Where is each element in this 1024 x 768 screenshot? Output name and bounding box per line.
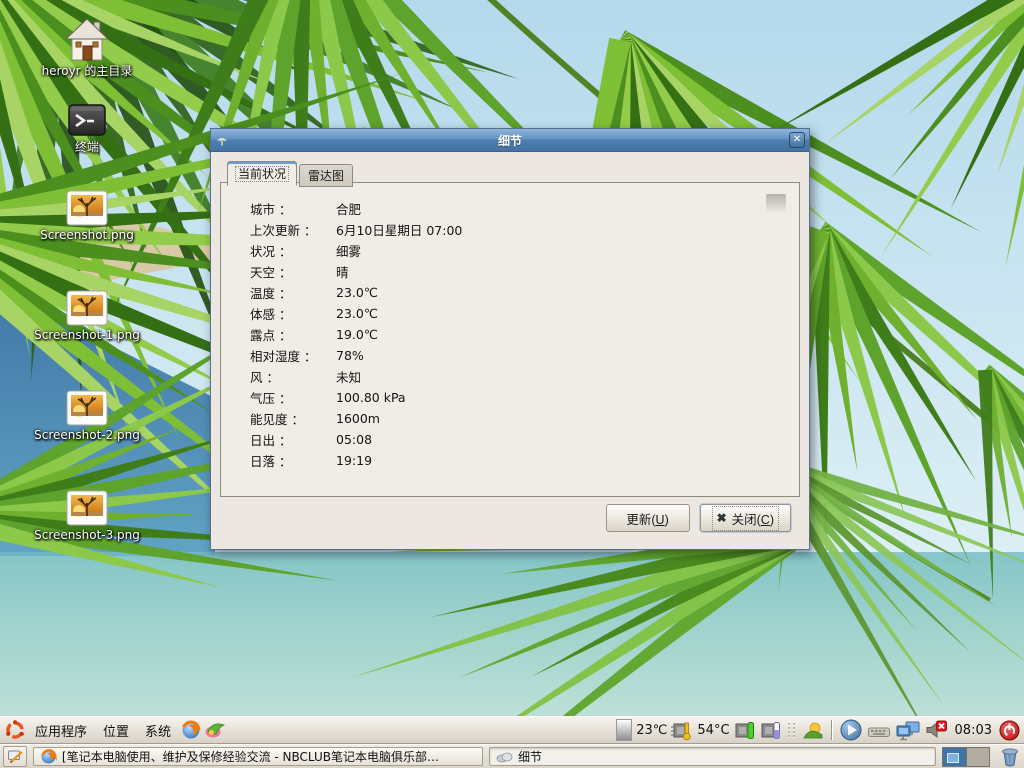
cpu-temperature-value: 54°C	[697, 723, 729, 738]
tray-separator	[831, 720, 832, 740]
ubuntu-logo-icon[interactable]	[4, 719, 26, 741]
close-window-button[interactable]: ✕	[789, 132, 805, 148]
weather-details-dialog: 细节 ✕ 当前状况 雷达图 城市 ：合肥 上次更新 ：6月10日星期日 07:0…	[210, 128, 810, 550]
weather-cloud-icon	[496, 750, 513, 763]
detail-row-pressure: 气压 ：100.80 kPa	[250, 387, 799, 408]
desktop-icon-label: heroyr 的主目录	[42, 65, 133, 78]
detail-row-sunset: 日落 ：19:19	[250, 450, 799, 471]
show-desktop-icon	[7, 749, 23, 764]
weather-detail-list: 城市 ：合肥 上次更新 ：6月10日星期日 07:00 状况 ：细雾 天空 ：晴…	[221, 183, 799, 471]
dialog-title: 细节	[211, 132, 809, 149]
update-button[interactable]: 更新(U)	[606, 504, 690, 532]
terminal-icon	[67, 102, 107, 138]
cpu-green-gauge-icon[interactable]	[734, 720, 756, 741]
dialog-titlebar[interactable]: 细节 ✕	[211, 129, 809, 152]
tab-radar-map[interactable]: 雷达图	[299, 164, 353, 187]
detail-row-humidity: 相对湿度 ：78%	[250, 345, 799, 366]
window-list-taskbar: [笔记本电脑使用、维护及保修经验交流 - NBCLUB笔记本电脑俱乐部… 细节	[0, 744, 1024, 768]
detail-row-city: 城市 ：合肥	[250, 198, 799, 219]
desktop-icon-label: Screenshot.png	[40, 229, 134, 242]
taskbar-item-firefox[interactable]: [笔记本电脑使用、维护及保修经验交流 - NBCLUB笔记本电脑俱乐部…	[33, 747, 483, 766]
volume-muted-icon[interactable]	[925, 719, 949, 741]
trash-icon	[999, 745, 1021, 768]
firefox-launcher-icon[interactable]	[180, 719, 202, 741]
drag-handle[interactable]	[788, 723, 796, 737]
detail-row-last-update: 上次更新 ：6月10日星期日 07:00	[250, 219, 799, 240]
dialog-button-row: 更新(U) ✖ 关闭(C)	[606, 504, 791, 532]
desktop-icon-screenshot-3[interactable]: Screenshot-3.png	[21, 490, 153, 542]
workspace-1[interactable]	[943, 748, 966, 766]
gnome-panel: 应用程序 位置 系统 23℃	[0, 716, 1024, 744]
panel-menus: 应用程序 位置 系统	[0, 717, 226, 744]
detail-row-sky: 天空 ：晴	[250, 261, 799, 282]
detail-row-condition: 状况 ：细雾	[250, 240, 799, 261]
show-desktop-button[interactable]	[3, 746, 27, 767]
detail-row-sunrise: 日出 ：05:08	[250, 429, 799, 450]
home-icon	[64, 16, 110, 62]
menu-system[interactable]: 系统	[138, 717, 178, 744]
weather-image-placeholder	[766, 194, 786, 214]
network-monitors-icon[interactable]	[895, 719, 921, 742]
power-icon[interactable]	[998, 719, 1021, 742]
desktop-icon-screenshot-2[interactable]: Screenshot-2.png	[21, 390, 153, 442]
desktop-icon-screenshot[interactable]: Screenshot.png	[21, 190, 153, 242]
screen: heroyr 的主目录 终端 Screenshot.png Screenshot…	[0, 0, 1024, 768]
image-thumbnail-icon	[66, 490, 108, 526]
desktop-icon-label: Screenshot-3.png	[34, 529, 140, 542]
workspace-window-preview	[947, 753, 959, 763]
detail-row-wind: 风 ：未知	[250, 366, 799, 387]
clock-applet[interactable]: 08:03	[953, 723, 994, 738]
workspace-switcher[interactable]	[942, 747, 990, 767]
tab-bar: 当前状况 雷达图	[227, 161, 353, 186]
detail-row-visibility: 能见度 ：1600m	[250, 408, 799, 429]
current-conditions-page: 城市 ：合肥 上次更新 ：6月10日星期日 07:00 状况 ：细雾 天空 ：晴…	[220, 182, 800, 497]
menu-applications[interactable]: 应用程序	[28, 717, 94, 744]
detail-row-feels-like: 体感 ：23.0℃	[250, 303, 799, 324]
trash-applet[interactable]	[999, 745, 1021, 768]
tab-current-conditions[interactable]: 当前状况	[227, 161, 297, 186]
workspace-2[interactable]	[966, 748, 989, 766]
close-button[interactable]: ✖ 关闭(C)	[700, 504, 791, 532]
temperature-sensor-value: 23℃	[636, 723, 667, 738]
firefox-icon	[40, 748, 57, 765]
desktop-icon-label: Screenshot-2.png	[34, 429, 140, 442]
image-thumbnail-icon	[66, 390, 108, 426]
indicator-box[interactable]	[616, 719, 632, 741]
desktop-icon-home[interactable]: heroyr 的主目录	[21, 16, 153, 78]
detail-row-temperature: 温度 ：23.0℃	[250, 282, 799, 303]
desktop-icon-terminal[interactable]: 终端	[21, 102, 153, 154]
desktop-icon-screenshot-1[interactable]: Screenshot-1.png	[21, 290, 153, 342]
menu-places[interactable]: 位置	[96, 717, 136, 744]
cpu-thermometer-icon[interactable]	[671, 720, 693, 741]
cpu-purple-gauge-icon[interactable]	[760, 720, 782, 741]
taskbar-item-details[interactable]: 细节	[489, 747, 936, 766]
image-thumbnail-icon	[66, 290, 108, 326]
tray-app-icon[interactable]	[802, 719, 824, 741]
close-icon: ✖	[717, 511, 727, 525]
system-tray: 23℃ 54°C	[616, 718, 1024, 742]
keyboard-icon[interactable]	[867, 719, 891, 741]
desktop-icon-label: Screenshot-1.png	[34, 329, 140, 342]
media-play-icon[interactable]	[839, 718, 863, 742]
desktop-icon-label: 终端	[75, 141, 99, 154]
app-launcher-icon[interactable]	[204, 719, 226, 741]
detail-row-dew-point: 露点 ：19.0℃	[250, 324, 799, 345]
image-thumbnail-icon	[66, 190, 108, 226]
